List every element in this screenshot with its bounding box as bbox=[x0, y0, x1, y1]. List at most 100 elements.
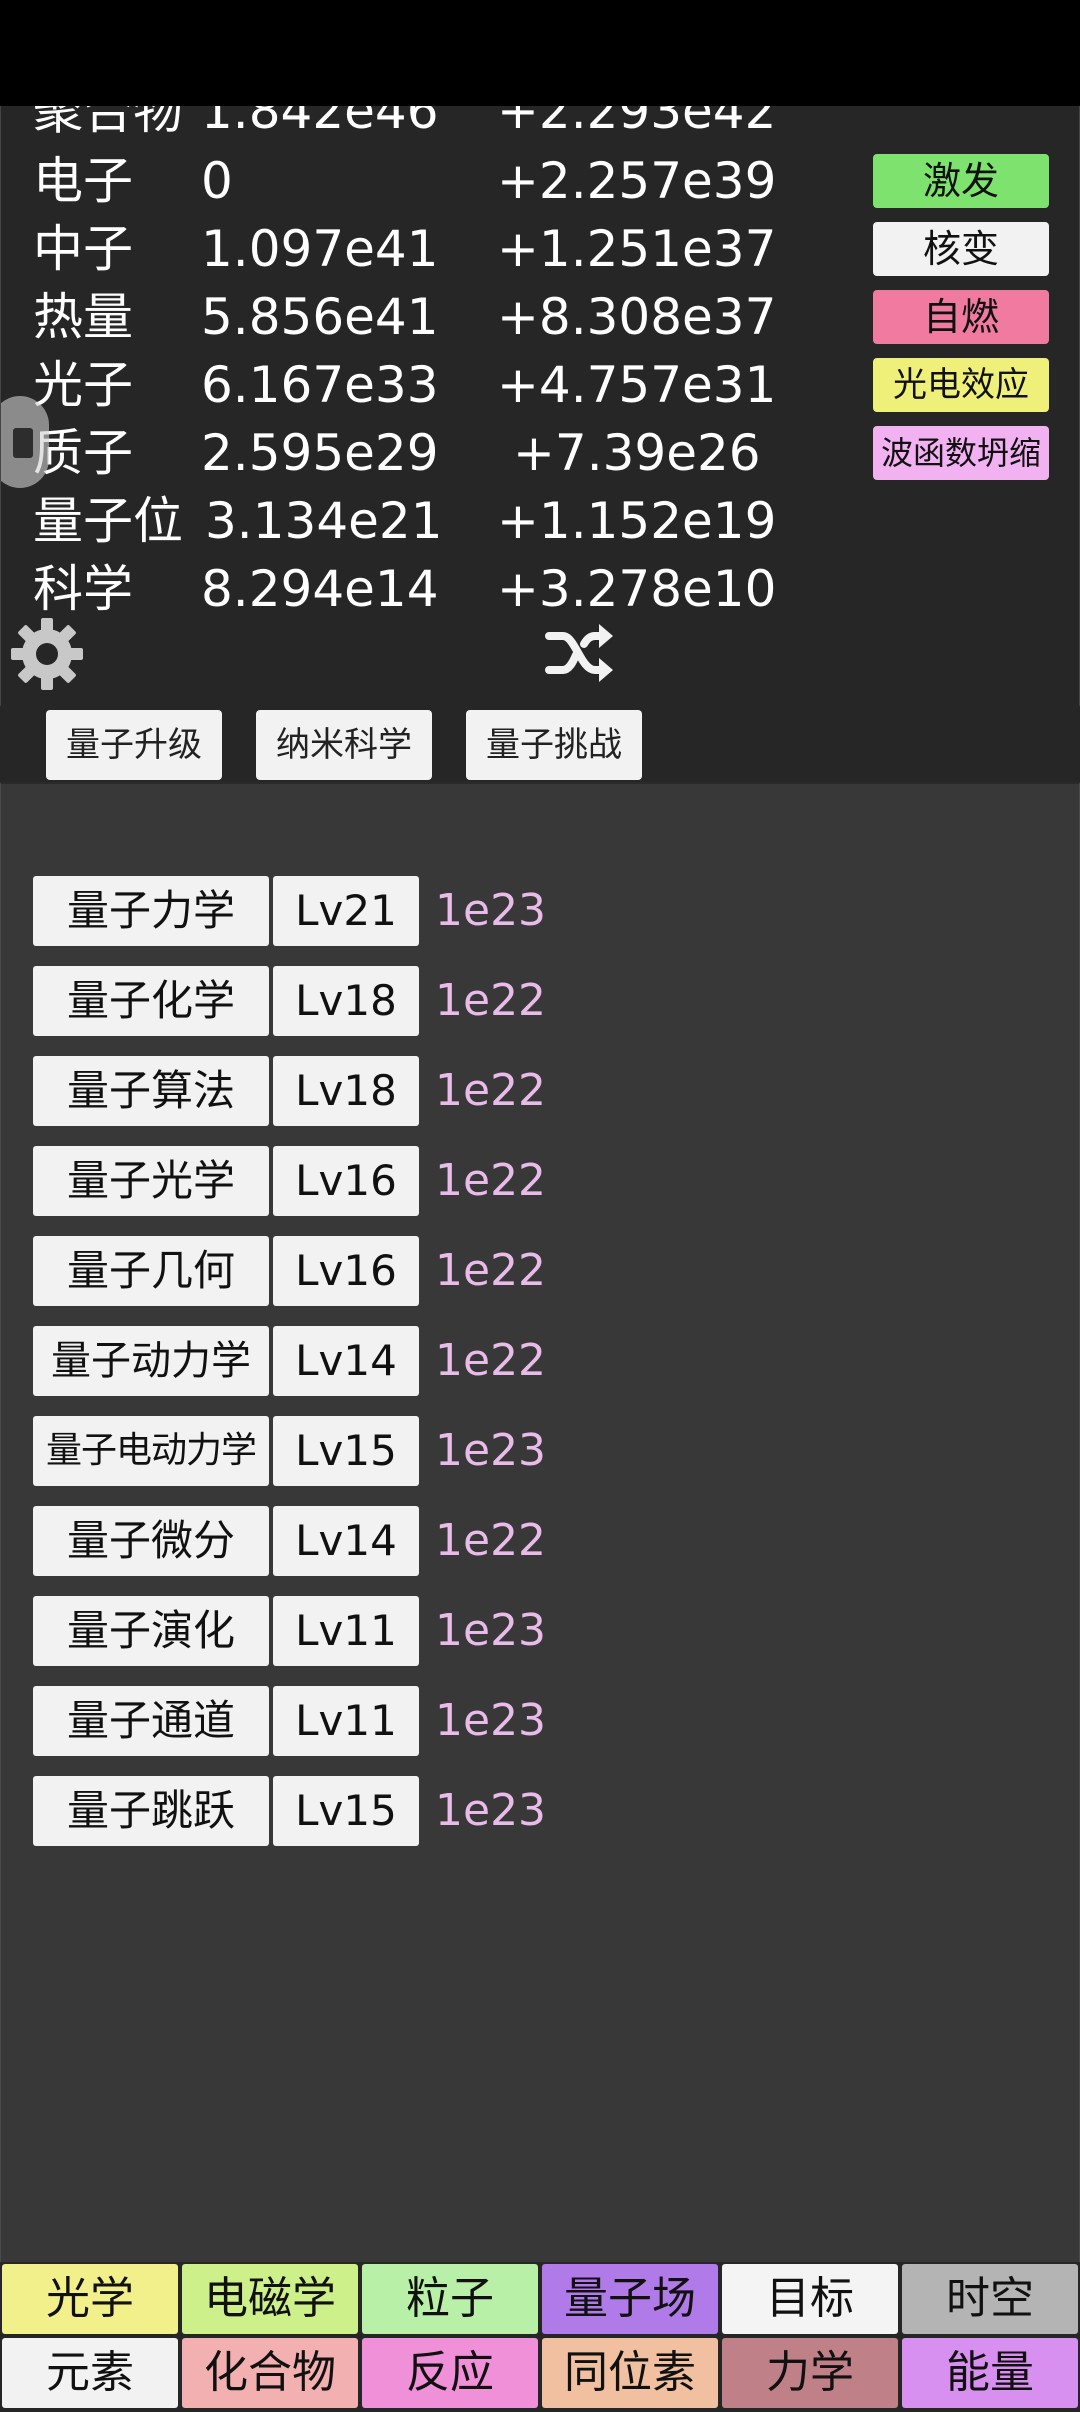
resource-rate: +1.251e37 bbox=[497, 220, 777, 278]
nav-mechanics[interactable]: 力学 bbox=[722, 2338, 898, 2408]
resource-name: 聚合物 bbox=[33, 106, 183, 140]
upgrade-button[interactable]: 量子光学 bbox=[33, 1146, 269, 1216]
upgrade-row: 量子电动力学 Lv15 1e23 bbox=[33, 1416, 633, 1488]
upgrade-list: 量子力学 Lv21 1e23 量子化学 Lv18 1e22 量子算法 Lv18 … bbox=[0, 782, 1080, 2263]
resource-rate: +7.39e26 bbox=[513, 424, 761, 482]
upgrade-cost: 1e22 bbox=[435, 1515, 547, 1566]
upgrade-level: Lv16 bbox=[273, 1236, 419, 1306]
resource-name: 量子位 bbox=[33, 492, 183, 550]
resource-row-qubit: 量子位 3.134e21 +1.152e19 bbox=[1, 488, 801, 554]
resource-row-science: 科学 8.294e14 +3.278e10 bbox=[1, 556, 801, 622]
resource-rate: +8.308e37 bbox=[497, 288, 777, 346]
resource-name: 中子 bbox=[33, 220, 133, 278]
upgrade-button[interactable]: 量子跳跃 bbox=[33, 1776, 269, 1846]
resource-name: 光子 bbox=[33, 356, 133, 414]
resource-name: 科学 bbox=[33, 560, 133, 618]
resource-row-electron: 电子 0 +2.257e39 bbox=[1, 148, 801, 214]
tab-quantum-upgrade[interactable]: 量子升级 bbox=[46, 710, 222, 780]
subtab-bar: 量子升级 纳米科学 量子挑战 bbox=[0, 706, 1080, 782]
upgrade-level: Lv18 bbox=[273, 966, 419, 1036]
resource-rate: +2.293e42 bbox=[497, 106, 777, 140]
resource-value: 8.294e14 bbox=[201, 560, 439, 618]
gear-icon[interactable] bbox=[9, 616, 85, 692]
upgrade-row: 量子几何 Lv16 1e22 bbox=[33, 1236, 633, 1308]
upgrade-level: Lv18 bbox=[273, 1056, 419, 1126]
upgrade-level: Lv16 bbox=[273, 1146, 419, 1216]
tab-quantum-challenge[interactable]: 量子挑战 bbox=[466, 710, 642, 780]
upgrade-button[interactable]: 量子化学 bbox=[33, 966, 269, 1036]
upgrade-row: 量子算法 Lv18 1e22 bbox=[33, 1056, 633, 1128]
upgrade-row: 量子微分 Lv14 1e22 bbox=[33, 1506, 633, 1578]
photoelectric-effect-button[interactable]: 光电效应 bbox=[873, 358, 1049, 412]
shuffle-icon[interactable] bbox=[545, 622, 615, 684]
status-bar bbox=[0, 0, 1080, 106]
upgrade-button[interactable]: 量子算法 bbox=[33, 1056, 269, 1126]
resource-row-heat: 热量 5.856e41 +8.308e37 bbox=[1, 284, 801, 350]
nav-reaction[interactable]: 反应 bbox=[362, 2338, 538, 2408]
nav-goal[interactable]: 目标 bbox=[722, 2264, 898, 2334]
resource-value: 3.134e21 bbox=[205, 492, 443, 550]
upgrade-button[interactable]: 量子演化 bbox=[33, 1596, 269, 1666]
resource-rate: +1.152e19 bbox=[497, 492, 777, 550]
upgrade-cost: 1e23 bbox=[435, 1695, 547, 1746]
resource-row-neutron: 中子 1.097e41 +1.251e37 bbox=[1, 216, 801, 282]
bottom-nav: 光学 电磁学 粒子 量子场 目标 时空 元素 化合物 反应 同位素 力学 能量 bbox=[0, 2262, 1080, 2412]
nav-optics[interactable]: 光学 bbox=[2, 2264, 178, 2334]
tab-nano-science[interactable]: 纳米科学 bbox=[256, 710, 432, 780]
nav-spacetime[interactable]: 时空 bbox=[902, 2264, 1078, 2334]
resource-value: 1.842e46 bbox=[201, 106, 439, 140]
upgrade-cost: 1e23 bbox=[435, 885, 547, 936]
nav-elements[interactable]: 元素 bbox=[2, 2338, 178, 2408]
nav-compounds[interactable]: 化合物 bbox=[182, 2338, 358, 2408]
resource-value: 5.856e41 bbox=[201, 288, 439, 346]
upgrade-cost: 1e22 bbox=[435, 1065, 547, 1116]
nav-energy[interactable]: 能量 bbox=[902, 2338, 1078, 2408]
upgrade-cost: 1e23 bbox=[435, 1425, 547, 1476]
self-ignite-button[interactable]: 自燃 bbox=[873, 290, 1049, 344]
upgrade-level: Lv15 bbox=[273, 1776, 419, 1846]
upgrade-row: 量子跳跃 Lv15 1e23 bbox=[33, 1776, 633, 1848]
nav-isotope[interactable]: 同位素 bbox=[542, 2338, 718, 2408]
resource-name: 电子 bbox=[33, 152, 133, 210]
upgrade-button[interactable]: 量子动力学 bbox=[33, 1326, 269, 1396]
resource-panel: 聚合物 1.842e46 +2.293e42 电子 0 +2.257e39 中子… bbox=[0, 106, 1080, 707]
resource-value: 2.595e29 bbox=[201, 424, 439, 482]
upgrade-row: 量子动力学 Lv14 1e22 bbox=[33, 1326, 633, 1398]
upgrade-cost: 1e23 bbox=[435, 1605, 547, 1656]
upgrade-level: Lv14 bbox=[273, 1326, 419, 1396]
upgrade-level: Lv11 bbox=[273, 1686, 419, 1756]
upgrade-row: 量子演化 Lv11 1e23 bbox=[33, 1596, 633, 1668]
upgrade-button[interactable]: 量子微分 bbox=[33, 1506, 269, 1576]
resource-rate: +3.278e10 bbox=[497, 560, 777, 618]
wavefunction-collapse-button[interactable]: 波函数坍缩 bbox=[873, 426, 1049, 480]
resource-rate: +2.257e39 bbox=[497, 152, 777, 210]
resource-value: 0 bbox=[201, 152, 233, 210]
upgrade-cost: 1e22 bbox=[435, 1335, 547, 1386]
upgrade-row: 量子化学 Lv18 1e22 bbox=[33, 966, 633, 1038]
upgrade-level: Lv14 bbox=[273, 1506, 419, 1576]
side-drawer-handle[interactable] bbox=[1, 396, 49, 488]
upgrade-level: Lv11 bbox=[273, 1596, 419, 1666]
upgrade-row: 量子力学 Lv21 1e23 bbox=[33, 876, 633, 948]
nav-particle[interactable]: 粒子 bbox=[362, 2264, 538, 2334]
resource-row-polymer: 聚合物 1.842e46 +2.293e42 bbox=[1, 106, 801, 144]
nuclear-change-button[interactable]: 核变 bbox=[873, 222, 1049, 276]
upgrade-level: Lv15 bbox=[273, 1416, 419, 1486]
resource-row-photon: 光子 6.167e33 +4.757e31 bbox=[1, 352, 801, 418]
nav-quantum-field[interactable]: 量子场 bbox=[542, 2264, 718, 2334]
upgrade-cost: 1e23 bbox=[435, 1785, 547, 1836]
upgrade-button[interactable]: 量子几何 bbox=[33, 1236, 269, 1306]
upgrade-cost: 1e22 bbox=[435, 1245, 547, 1296]
upgrade-button[interactable]: 量子通道 bbox=[33, 1686, 269, 1756]
upgrade-level: Lv21 bbox=[273, 876, 419, 946]
resource-value: 1.097e41 bbox=[201, 220, 439, 278]
excite-button[interactable]: 激发 bbox=[873, 154, 1049, 208]
upgrade-button[interactable]: 量子电动力学 bbox=[33, 1416, 269, 1486]
upgrade-row: 量子通道 Lv11 1e23 bbox=[33, 1686, 633, 1758]
resource-name: 热量 bbox=[33, 288, 133, 346]
nav-electromagnetism[interactable]: 电磁学 bbox=[182, 2264, 358, 2334]
upgrade-cost: 1e22 bbox=[435, 975, 547, 1026]
upgrade-cost: 1e22 bbox=[435, 1155, 547, 1206]
upgrade-button[interactable]: 量子力学 bbox=[33, 876, 269, 946]
resource-row-proton: 质子 2.595e29 +7.39e26 bbox=[1, 420, 801, 486]
